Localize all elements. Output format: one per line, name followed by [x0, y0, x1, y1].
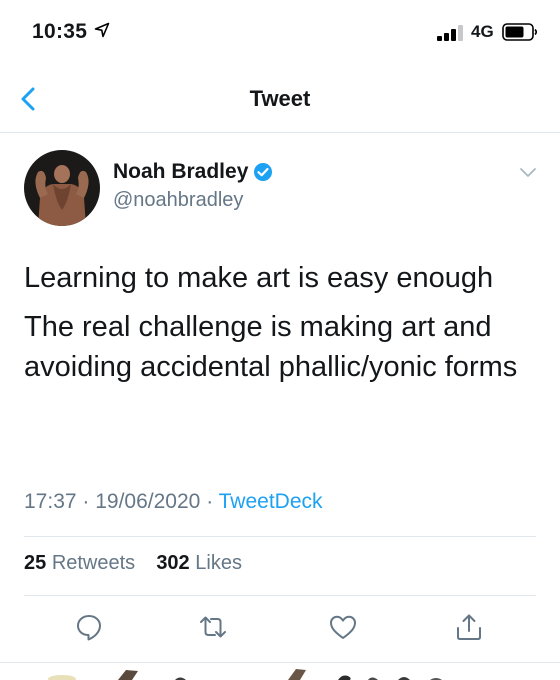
location-arrow-icon [94, 22, 110, 38]
author-name-row[interactable]: Noah Bradley [113, 160, 273, 184]
tweet-paragraph: Learning to make art is easy enough [24, 262, 494, 294]
share-icon[interactable] [454, 612, 484, 642]
tweet-source-link[interactable]: TweetDeck [219, 490, 323, 513]
network-type: 4G [471, 22, 494, 41]
likes-stat[interactable]: 302 Likes [156, 552, 242, 574]
avatar[interactable] [24, 150, 100, 226]
status-bar: 10:35 4G [0, 0, 560, 62]
reply-icon[interactable] [74, 612, 104, 642]
tweet-stats: 25 Retweets 302 Likes [24, 552, 242, 575]
likes-label: Likes [195, 552, 242, 574]
status-time: 10:35 [32, 20, 88, 43]
user-handle[interactable]: @noahbradley [113, 189, 243, 212]
retweets-stat[interactable]: 25 Retweets [24, 552, 135, 574]
nav-bar: Tweet [0, 62, 560, 133]
signal-bars-icon [437, 25, 463, 41]
meta-separator: · [206, 490, 219, 513]
like-icon[interactable] [328, 612, 358, 642]
retweets-count: 25 [24, 552, 47, 574]
likes-count: 302 [156, 552, 190, 574]
divider [24, 536, 536, 537]
tweet-date: 19/06/2020 [95, 490, 201, 513]
tweet-text: Learning to make art is easy enough The … [24, 258, 536, 396]
tweet-paragraph: The real challenge is making art and avo… [24, 311, 518, 383]
battery-icon [502, 23, 538, 41]
retweets-label: Retweets [51, 552, 136, 574]
tweet-screen: 10:35 4G Tweet Noah Bradley @noahbradley… [0, 0, 560, 680]
page-title: Tweet [249, 86, 311, 111]
display-name: Noah Bradley [113, 160, 249, 183]
tweet-time: 17:37 [24, 490, 77, 513]
chevron-down-icon[interactable] [518, 165, 538, 179]
verified-badge-icon [254, 163, 273, 181]
avatar-image [24, 150, 100, 226]
meta-separator: · [82, 490, 96, 513]
next-tweet-preview [48, 669, 442, 680]
tweet-timestamp: 17:37 · 19/06/2020 · TweetDeck [24, 490, 323, 514]
divider [24, 595, 536, 596]
retweet-icon[interactable] [198, 612, 228, 642]
